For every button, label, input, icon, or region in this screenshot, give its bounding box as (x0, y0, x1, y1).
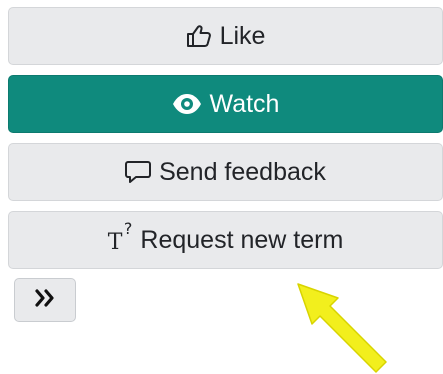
double-chevron-right-icon (34, 288, 56, 312)
request-new-term-label: Request new term (140, 225, 344, 254)
watch-label: Watch (209, 89, 280, 118)
expand-panel-button[interactable] (14, 278, 76, 322)
like-button[interactable]: Like (8, 7, 443, 65)
eye-icon (172, 93, 202, 115)
like-label: Like (219, 21, 266, 50)
request-new-term-button[interactable]: T? Request new term (8, 211, 443, 269)
pointer-arrow-icon (297, 283, 387, 373)
send-feedback-label: Send feedback (159, 157, 326, 186)
watch-button[interactable]: Watch (8, 75, 443, 133)
term-question-icon: T? (107, 219, 133, 255)
speech-bubble-icon (125, 160, 152, 184)
thumbs-up-icon (186, 24, 212, 48)
send-feedback-button[interactable]: Send feedback (8, 143, 443, 201)
